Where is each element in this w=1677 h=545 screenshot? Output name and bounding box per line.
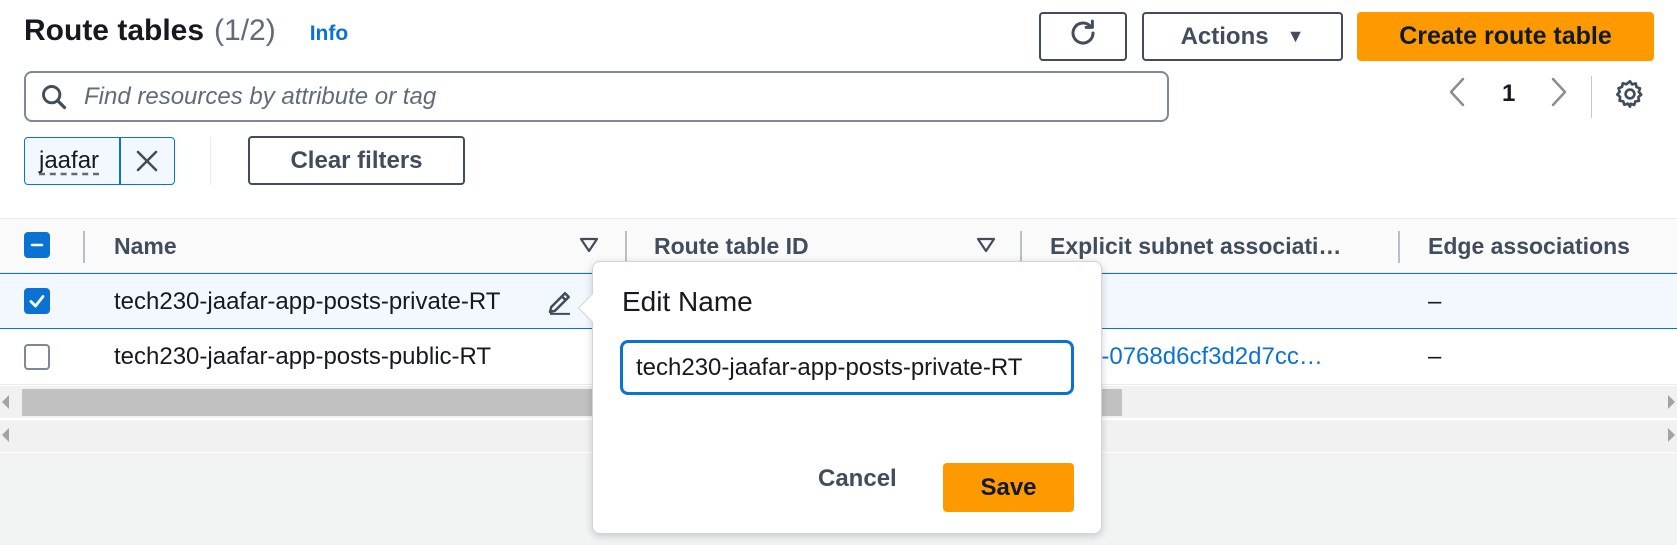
pencil-icon[interactable] xyxy=(545,287,575,324)
save-button[interactable]: Save xyxy=(943,463,1074,512)
popover-title: Edit Name xyxy=(622,286,753,317)
filter-token-label[interactable]: jaafar xyxy=(25,147,119,175)
edit-name-popover: Edit Name Cancel Save xyxy=(577,261,1102,534)
search-input[interactable] xyxy=(84,82,1144,111)
sort-down-icon[interactable] xyxy=(976,236,996,259)
row-name: tech230-jaafar-app-posts-public-RT xyxy=(114,343,492,370)
filter-divider xyxy=(210,137,211,185)
column-header-name[interactable]: Name xyxy=(114,233,177,260)
scroll-left-icon[interactable] xyxy=(2,428,9,442)
cancel-button[interactable]: Cancel xyxy=(818,465,897,493)
sort-down-icon[interactable] xyxy=(579,236,599,259)
clear-filters-button[interactable]: Clear filters xyxy=(248,136,465,185)
row-edge-associations: – xyxy=(1428,343,1442,370)
filter-token: jaafar xyxy=(24,137,175,185)
column-header-route-table-id[interactable]: Route table ID xyxy=(654,233,809,260)
column-divider[interactable] xyxy=(1398,231,1400,263)
column-header-explicit-subnet[interactable]: Explicit subnet associati… xyxy=(1050,233,1341,260)
page-header: Route tables (1/2) Info xyxy=(24,14,348,48)
page-title: Route tables xyxy=(24,14,205,47)
scroll-right-icon[interactable] xyxy=(1668,395,1675,409)
row-name: tech230-jaafar-app-posts-private-RT xyxy=(114,288,501,315)
column-divider xyxy=(83,231,85,263)
pager-divider xyxy=(1591,76,1592,118)
row-checkbox[interactable] xyxy=(24,344,50,370)
refresh-icon xyxy=(1068,18,1098,55)
page-number[interactable]: 1 xyxy=(1502,80,1515,108)
column-header-edge-associations[interactable]: Edge associations xyxy=(1428,233,1630,260)
name-input[interactable] xyxy=(620,340,1074,395)
refresh-button[interactable] xyxy=(1039,12,1127,61)
actions-button[interactable]: Actions ▼ xyxy=(1142,12,1343,61)
close-icon[interactable] xyxy=(121,138,174,184)
column-divider[interactable] xyxy=(1020,231,1022,263)
search-bar[interactable] xyxy=(24,71,1169,122)
previous-page-icon[interactable] xyxy=(1446,76,1468,108)
gear-icon[interactable] xyxy=(1614,78,1646,110)
create-route-table-button[interactable]: Create route table xyxy=(1357,12,1654,61)
scroll-left-icon[interactable] xyxy=(2,395,9,409)
row-edge-associations: – xyxy=(1428,288,1442,315)
actions-label: Actions xyxy=(1180,22,1269,50)
scroll-right-icon[interactable] xyxy=(1668,428,1675,442)
selection-count: (1/2) xyxy=(214,14,276,47)
subnet-link[interactable]: net-0768d6cf3d2d7cc… xyxy=(1068,343,1323,371)
search-icon xyxy=(40,82,70,112)
row-checkbox[interactable] xyxy=(24,288,50,314)
next-page-icon[interactable] xyxy=(1548,76,1570,108)
caret-down-icon: ▼ xyxy=(1286,26,1305,46)
info-link[interactable]: Info xyxy=(310,22,348,46)
column-divider[interactable] xyxy=(625,231,627,263)
select-all-checkbox[interactable] xyxy=(24,232,50,258)
